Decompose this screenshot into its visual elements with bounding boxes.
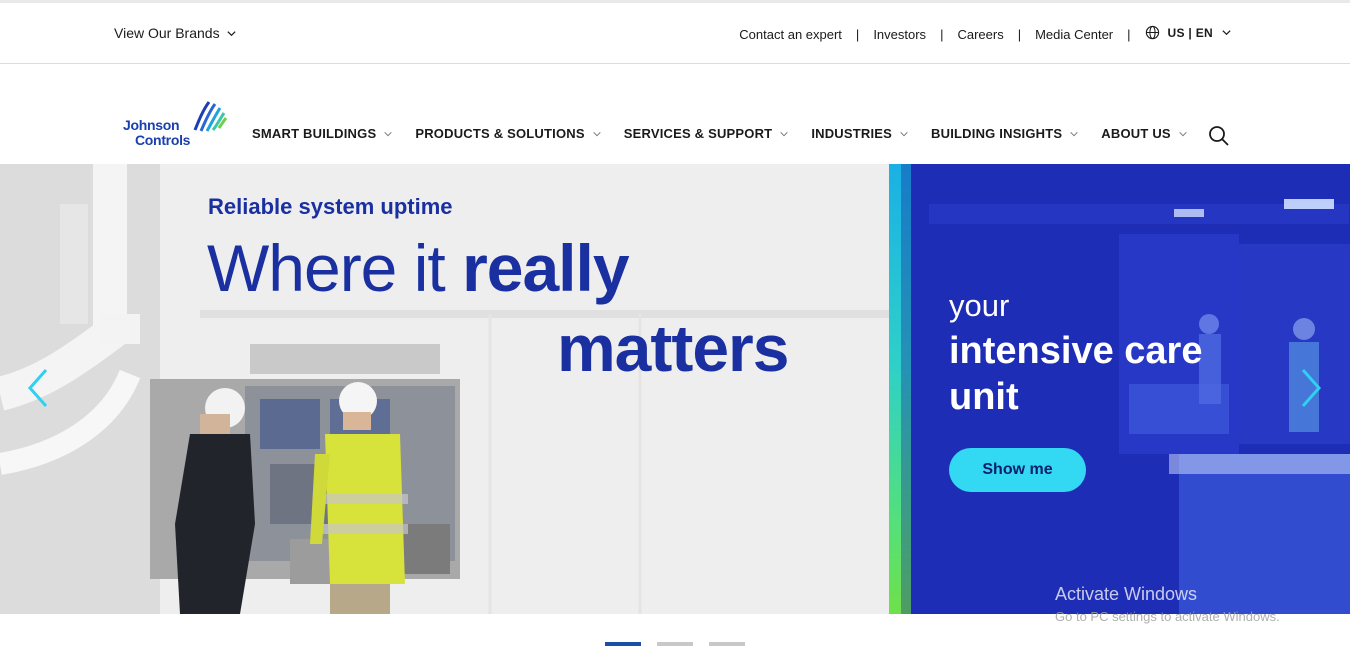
hero-banner: Reliable system uptime Where it really m… [0,164,889,614]
logo-line1: Johnson [123,117,180,133]
separator: | [1017,27,1022,42]
carousel-dot[interactable] [709,642,745,646]
logo-mark-icon [193,101,227,132]
hero-headline-line1: Where it really [207,228,630,308]
search-icon[interactable] [1207,124,1231,148]
locale-label: US | EN [1167,25,1213,40]
promo-accent-stripe [889,164,911,614]
utility-links: Contact an expert | Investors | Careers … [739,25,1232,42]
windows-activation-title: Activate Windows [1055,584,1198,604]
nav-item-about-us[interactable]: ABOUT US [1101,126,1188,141]
promo-title: intensive care unit [949,330,1203,418]
nav-item-products-solutions[interactable]: PRODUCTS & SOLUTIONS [415,126,601,141]
hero-kicker: Reliable system uptime [208,194,453,219]
investors-link[interactable]: Investors [873,27,926,42]
hero-headline-bold: really [462,231,629,305]
nav-item-industries[interactable]: INDUSTRIES [811,126,909,141]
carousel-prev-icon[interactable] [24,366,50,410]
show-me-button[interactable]: Show me [949,448,1086,492]
chevron-down-icon [226,30,236,36]
nav-item-label: BUILDING INSIGHTS [931,126,1063,141]
nav-item-building-insights[interactable]: BUILDING INSIGHTS [931,126,1079,141]
chevron-down-icon [384,131,393,136]
nav-item-label: SMART BUILDINGS [252,126,377,141]
separator: | [855,27,860,42]
promo-kicker: your [949,288,1010,323]
utility-bar: View Our Brands Contact an expert | Inve… [0,0,1350,64]
nav-item-label: PRODUCTS & SOLUTIONS [415,126,585,141]
carousel-dot[interactable] [605,642,641,646]
promo-card: your intensive care unit Show me [889,164,1350,614]
globe-icon [1145,25,1159,40]
nav-item-label: SERVICES & SUPPORT [623,126,773,141]
contact-an-expert-link[interactable]: Contact an expert [739,27,842,42]
windows-activation-subtitle: Go to PC settings to activate Windows. [1055,609,1280,624]
johnson-controls-logo[interactable]: Johnson Controls [123,100,229,148]
view-our-brands-dropdown[interactable]: View Our Brands [114,25,237,41]
nav-item-label: ABOUT US [1101,126,1171,141]
chevron-down-icon [780,131,788,136]
hero-headline-light: Where it [207,231,463,305]
carousel-next-icon[interactable] [1299,366,1325,410]
chevron-down-icon [593,131,601,136]
carousel-indicators [605,642,745,646]
logo-line2: Controls [135,132,191,148]
separator: | [1127,27,1131,42]
chevron-down-icon [1179,131,1187,136]
carousel-dot[interactable] [657,642,693,646]
nav-item-smart-buildings[interactable]: SMART BUILDINGS [252,126,393,141]
hero-headline-line2: matters [557,311,789,385]
chevron-down-icon [1070,131,1078,136]
separator: | [940,27,944,42]
view-our-brands-label: View Our Brands [114,25,220,41]
locale-selector[interactable]: US | EN [1145,25,1232,40]
logo-wordmark: Johnson Controls [123,118,190,148]
nav-item-services-support[interactable]: SERVICES & SUPPORT [624,126,790,141]
media-center-link[interactable]: Media Center [1035,27,1113,42]
careers-link[interactable]: Careers [957,27,1003,42]
chevron-down-icon [900,131,908,136]
main-navigation: Johnson Controls SMART BUILDINGS PRODUCT… [0,64,1350,164]
chevron-down-icon [1222,30,1231,36]
nav-menu: SMART BUILDINGS PRODUCTS & SOLUTIONS SER… [252,126,1210,141]
nav-item-label: INDUSTRIES [811,126,893,141]
